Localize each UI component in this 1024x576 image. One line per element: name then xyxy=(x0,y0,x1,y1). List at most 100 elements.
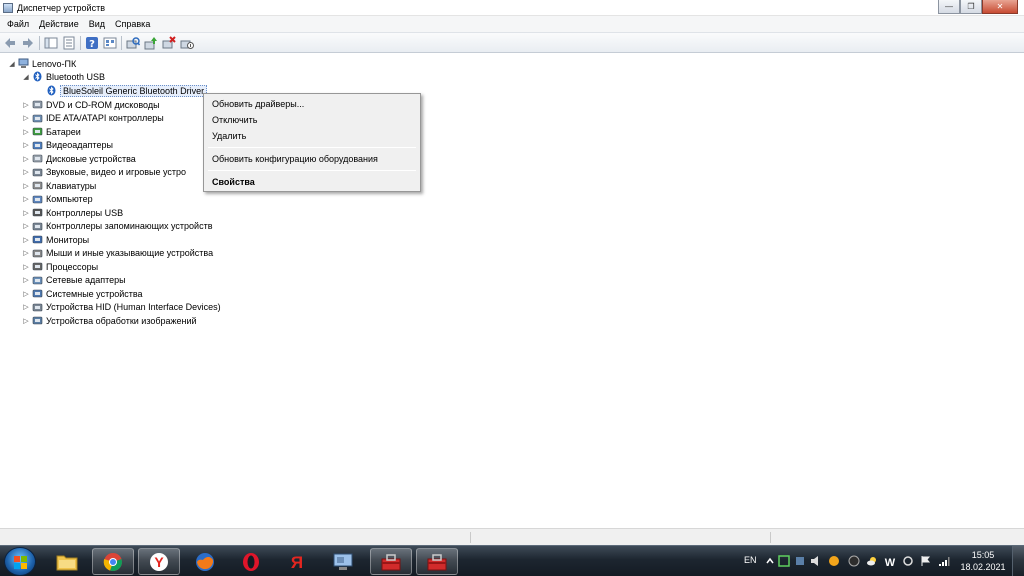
yandex-browser-icon[interactable]: Я xyxy=(276,548,318,575)
disable-icon[interactable] xyxy=(180,36,194,50)
hid-icon xyxy=(32,302,43,313)
tree-category-item[interactable]: ▷ Видеоадаптеры xyxy=(22,139,113,152)
tree-category-item[interactable]: ▷ Компьютер xyxy=(22,193,93,206)
tree-category-item[interactable]: ▷ Звуковые, видео и игровые устро xyxy=(22,166,186,179)
svg-text:Y: Y xyxy=(154,554,164,570)
tree-category-item[interactable]: ▷ DVD и CD-ROM дисководы xyxy=(22,98,160,111)
expand-arrow-icon[interactable]: ▷ xyxy=(22,276,30,284)
close-button[interactable]: ✕ xyxy=(982,0,1018,14)
tree-device-label: BlueSoleil Generic Bluetooth Driver xyxy=(60,84,208,97)
expand-arrow-icon[interactable]: ▷ xyxy=(22,101,30,109)
expand-arrow-icon[interactable]: ▷ xyxy=(22,141,30,149)
expand-arrow-icon[interactable]: ▷ xyxy=(22,168,30,176)
tree-category-item[interactable]: ▷ Мыши и иные указывающие устройства xyxy=(22,247,213,260)
chrome-icon[interactable] xyxy=(92,548,134,575)
tree-category-label: Системные устройства xyxy=(46,288,143,299)
tree-category-label: Мониторы xyxy=(46,234,90,245)
expand-arrow-icon[interactable]: ▷ xyxy=(22,182,30,190)
forward-icon[interactable] xyxy=(21,36,35,50)
toolbox-icon[interactable] xyxy=(416,548,458,575)
tree-category-item[interactable]: ▷ Контроллеры USB xyxy=(22,206,123,219)
uninstall-icon[interactable] xyxy=(162,35,176,50)
language-indicator[interactable]: EN xyxy=(744,555,757,565)
tray-app-icon[interactable] xyxy=(848,555,860,567)
menu-properties[interactable]: Свойства xyxy=(212,175,255,189)
flag-icon[interactable] xyxy=(920,555,932,567)
weather-icon[interactable] xyxy=(866,555,878,567)
minimize-button[interactable]: — xyxy=(938,0,960,14)
tray-app-icon[interactable] xyxy=(902,555,914,567)
tray-app-icon[interactable] xyxy=(828,555,840,567)
volume-icon[interactable] xyxy=(810,555,822,567)
tree-category-item[interactable]: ▷ Мониторы xyxy=(22,233,89,246)
tree-category-item[interactable]: ▷ Сетевые адаптеры xyxy=(22,274,125,287)
tree-category-label: DVD и CD-ROM дисководы xyxy=(46,99,160,110)
tree-category-item[interactable]: ▷ Устройства HID (Human Interface Devices… xyxy=(22,301,221,314)
tree-category-item[interactable]: ▷ Батареи xyxy=(22,125,80,138)
tree-category-item[interactable]: ▷ Системные устройства xyxy=(22,287,143,300)
svg-text:Я: Я xyxy=(291,553,303,572)
tree-root-label: Lenovo-ПК xyxy=(32,58,77,69)
expand-arrow-icon[interactable]: ▷ xyxy=(22,209,30,217)
scan-hardware-icon[interactable] xyxy=(126,36,140,50)
file-explorer-icon[interactable] xyxy=(46,548,88,575)
clock[interactable]: 15:05 18.02.2021 xyxy=(958,549,1008,573)
tray-app-icon[interactable] xyxy=(778,555,790,567)
help-icon[interactable]: ? xyxy=(85,36,99,50)
expand-arrow-icon[interactable]: ▷ xyxy=(22,155,30,163)
menu-help[interactable]: Справка xyxy=(110,16,155,32)
start-button[interactable] xyxy=(4,547,36,576)
window-controls: — ❐ ✕ xyxy=(938,0,1018,14)
expand-arrow-icon[interactable]: ▷ xyxy=(22,249,30,257)
menu-view[interactable]: Вид xyxy=(84,16,110,32)
expand-arrow-icon[interactable]: ▷ xyxy=(22,128,30,136)
collapse-arrow-icon[interactable]: ◢ xyxy=(8,60,16,68)
menu-file[interactable]: Файл xyxy=(2,16,34,32)
keyboard-icon xyxy=(32,180,43,191)
expand-arrow-icon[interactable]: ▷ xyxy=(22,290,30,298)
tree-category-item[interactable]: ▷ Процессоры xyxy=(22,260,98,273)
collapse-arrow-icon[interactable]: ◢ xyxy=(22,73,30,81)
word-icon[interactable]: W xyxy=(884,555,896,567)
tree-category-item[interactable]: ▷ Контроллеры запоминающих устройств xyxy=(22,220,212,233)
tray-app-icon[interactable] xyxy=(794,555,806,567)
expand-arrow-icon[interactable]: ▷ xyxy=(22,195,30,203)
menu-update-drivers[interactable]: Обновить драйверы... xyxy=(212,97,304,111)
tree-category-bluetooth[interactable]: ◢ Bluetooth USB xyxy=(22,70,105,83)
show-desktop-button[interactable] xyxy=(1012,546,1024,576)
tree-category-item[interactable]: ▷ Устройства обработки изображений xyxy=(22,314,196,327)
tree-category-item[interactable]: ▷ Дисковые устройства xyxy=(22,152,136,165)
menu-disable[interactable]: Отключить xyxy=(212,113,258,127)
expand-arrow-icon[interactable]: ▷ xyxy=(22,263,30,271)
restore-button[interactable]: ❐ xyxy=(960,0,982,14)
menu-uninstall[interactable]: Удалить xyxy=(212,129,246,143)
network-signal-icon[interactable] xyxy=(938,555,950,567)
expand-arrow-icon[interactable]: ▷ xyxy=(22,236,30,244)
menu-action[interactable]: Действие xyxy=(34,16,84,32)
tree-category-item[interactable]: ▷ Клавиатуры xyxy=(22,179,96,192)
tree-category-item[interactable]: ▷ IDE ATA/ATAPI контроллеры xyxy=(22,112,163,125)
expand-arrow-icon[interactable]: ▷ xyxy=(22,222,30,230)
back-icon[interactable] xyxy=(3,36,17,50)
device-manager-icon[interactable] xyxy=(322,548,364,575)
expand-arrow-icon[interactable]: ▷ xyxy=(22,114,30,122)
expand-arrow-icon[interactable]: ▷ xyxy=(22,303,30,311)
tree-root[interactable]: ◢ Lenovo-ПК xyxy=(8,57,76,70)
console-tree-icon[interactable] xyxy=(44,36,58,50)
opera-icon[interactable] xyxy=(230,548,272,575)
firefox-icon[interactable] xyxy=(184,548,226,575)
disk-drive-icon xyxy=(32,153,43,164)
tree-device-bluesoleil[interactable]: BlueSoleil Generic Bluetooth Driver xyxy=(46,84,208,97)
show-hidden-icons-icon[interactable] xyxy=(764,555,776,567)
update-driver-icon[interactable] xyxy=(144,36,158,50)
tree-category-label: Устройства HID (Human Interface Devices) xyxy=(46,302,221,312)
expand-arrow-icon[interactable]: ▷ xyxy=(22,317,30,325)
menu-scan-hardware[interactable]: Обновить конфигурацию оборудования xyxy=(212,152,378,166)
tree-category-label: Компьютер xyxy=(46,194,93,204)
properties-icon[interactable] xyxy=(62,36,76,50)
context-menu: Обновить драйверы... Отключить Удалить О… xyxy=(203,93,421,192)
tree-category-label: Звуковые, видео и игровые устро xyxy=(46,167,187,177)
toolbox-icon[interactable] xyxy=(370,548,412,575)
yandex-icon[interactable]: Y xyxy=(138,548,180,575)
view-icon[interactable] xyxy=(103,36,117,50)
